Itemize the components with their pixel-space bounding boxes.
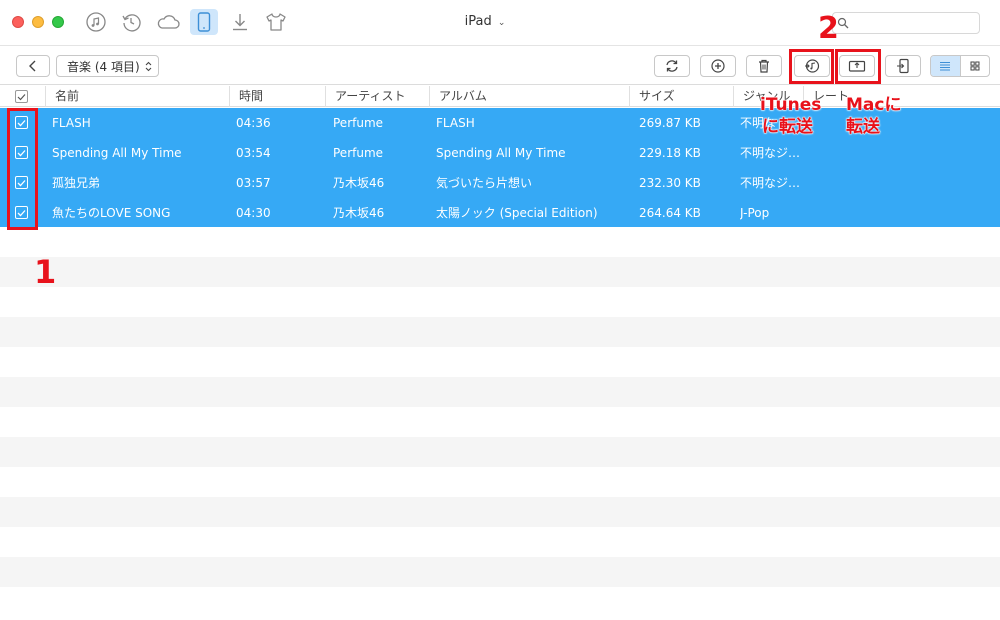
- checkmark-icon: [17, 93, 26, 100]
- cell-size: 232.30 KB: [639, 176, 701, 190]
- cell-artist: Perfume: [333, 116, 384, 130]
- window-minimize-button[interactable]: [32, 16, 44, 28]
- column-header-time[interactable]: 時間: [229, 86, 325, 107]
- cell-artist: 乃木坂46: [333, 206, 385, 220]
- annotation-itunes-line1: iTunes: [760, 95, 822, 116]
- history-icon[interactable]: [117, 9, 145, 35]
- cell-time: 04:30: [236, 206, 271, 220]
- window-close-button[interactable]: [12, 16, 24, 28]
- annotation-itunes-line2: に転送: [762, 117, 814, 138]
- cell-album: Spending All My Time: [436, 146, 566, 160]
- cell-album: FLASH: [436, 116, 475, 130]
- cell-album: 太陽ノック (Special Edition): [436, 206, 598, 220]
- window-zoom-button[interactable]: [52, 16, 64, 28]
- list-view-button[interactable]: [931, 56, 960, 76]
- empty-row: [0, 257, 1000, 287]
- cell-name: 魚たちのLOVE SONG: [52, 206, 171, 220]
- back-button[interactable]: [16, 55, 50, 77]
- trash-icon: [759, 59, 769, 73]
- cell-genre: 不明なジ…: [740, 146, 801, 160]
- annotation-itunes-label: iTunes に転送: [760, 94, 822, 138]
- to-device-icon: [897, 58, 909, 74]
- column-header-album[interactable]: アルバム: [429, 86, 629, 107]
- add-icon: [711, 59, 725, 73]
- list-view-icon: [940, 61, 951, 71]
- refresh-icon: [666, 60, 678, 72]
- column-header-artist[interactable]: アーティスト: [325, 86, 429, 107]
- cell-artist: 乃木坂46: [333, 176, 385, 190]
- tshirt-icon[interactable]: [262, 9, 290, 35]
- annotation-step-2: 2: [818, 11, 839, 46]
- ipad-icon[interactable]: [190, 9, 218, 35]
- refresh-button[interactable]: [654, 55, 690, 77]
- cell-size: 229.18 KB: [639, 146, 701, 160]
- select-all-checkbox[interactable]: [15, 90, 28, 103]
- updown-chevron-icon: [145, 61, 152, 71]
- annotation-box-itunes: [789, 49, 834, 84]
- column-header-name[interactable]: 名前: [45, 86, 229, 107]
- grid-view-button[interactable]: [959, 56, 990, 76]
- device-title-label: iPad: [464, 14, 492, 29]
- download-icon[interactable]: [226, 9, 254, 35]
- music-icon[interactable]: [82, 9, 110, 35]
- empty-row: [0, 317, 1000, 347]
- cell-name: FLASH: [52, 116, 91, 130]
- empty-row: [0, 377, 1000, 407]
- chevron-down-icon: ⌄: [497, 18, 506, 28]
- cell-artist: Perfume: [333, 146, 384, 160]
- annotation-box-mac: [835, 49, 881, 84]
- annotation-mac-line1: Macに: [846, 95, 902, 116]
- cell-name: 孤独兄弟: [52, 176, 101, 190]
- cell-genre: J-Pop: [740, 206, 770, 220]
- empty-row: [0, 437, 1000, 467]
- cell-size: 264.64 KB: [639, 206, 701, 220]
- cell-time: 03:57: [236, 176, 271, 190]
- cell-time: 04:36: [236, 116, 271, 130]
- cell-time: 03:54: [236, 146, 271, 160]
- cloud-icon[interactable]: [154, 9, 182, 35]
- annotation-mac-line2: 転送: [846, 117, 881, 138]
- transfer-to-device-button[interactable]: [885, 55, 921, 77]
- title-bar: iPad ⌄: [0, 0, 1000, 46]
- delete-button[interactable]: [746, 55, 782, 77]
- cell-album: 気づいたら片想い: [436, 176, 533, 190]
- empty-row: [0, 557, 1000, 587]
- column-header-rating[interactable]: レート: [803, 86, 1000, 107]
- table-row[interactable]: Spending All My Time 03:54 Perfume Spend…: [0, 138, 1000, 168]
- cell-size: 269.87 KB: [639, 116, 701, 130]
- grid-view-icon: [970, 61, 980, 71]
- search-input[interactable]: [832, 12, 980, 34]
- annotation-step-1: 1: [34, 253, 57, 291]
- cell-name: Spending All My Time: [52, 146, 182, 160]
- annotation-mac-label: Macに 転送: [846, 94, 902, 138]
- back-icon: [29, 60, 36, 72]
- device-selector[interactable]: iPad ⌄: [440, 14, 530, 29]
- category-select-label: 音楽 (4 項目): [67, 59, 140, 74]
- add-button[interactable]: [700, 55, 736, 77]
- view-mode-toggle: [930, 55, 990, 77]
- table-row[interactable]: 孤独兄弟 03:57 乃木坂46 気づいたら片想い 232.30 KB 不明なジ…: [0, 168, 1000, 198]
- table-row[interactable]: 魚たちのLOVE SONG 04:30 乃木坂46 太陽ノック (Special…: [0, 198, 1000, 227]
- empty-row: [0, 497, 1000, 527]
- category-select[interactable]: 音楽 (4 項目): [56, 55, 159, 77]
- cell-genre: 不明なジ…: [740, 176, 801, 190]
- column-header-size[interactable]: サイズ: [629, 86, 733, 107]
- annotation-box-checkboxes: [7, 108, 38, 230]
